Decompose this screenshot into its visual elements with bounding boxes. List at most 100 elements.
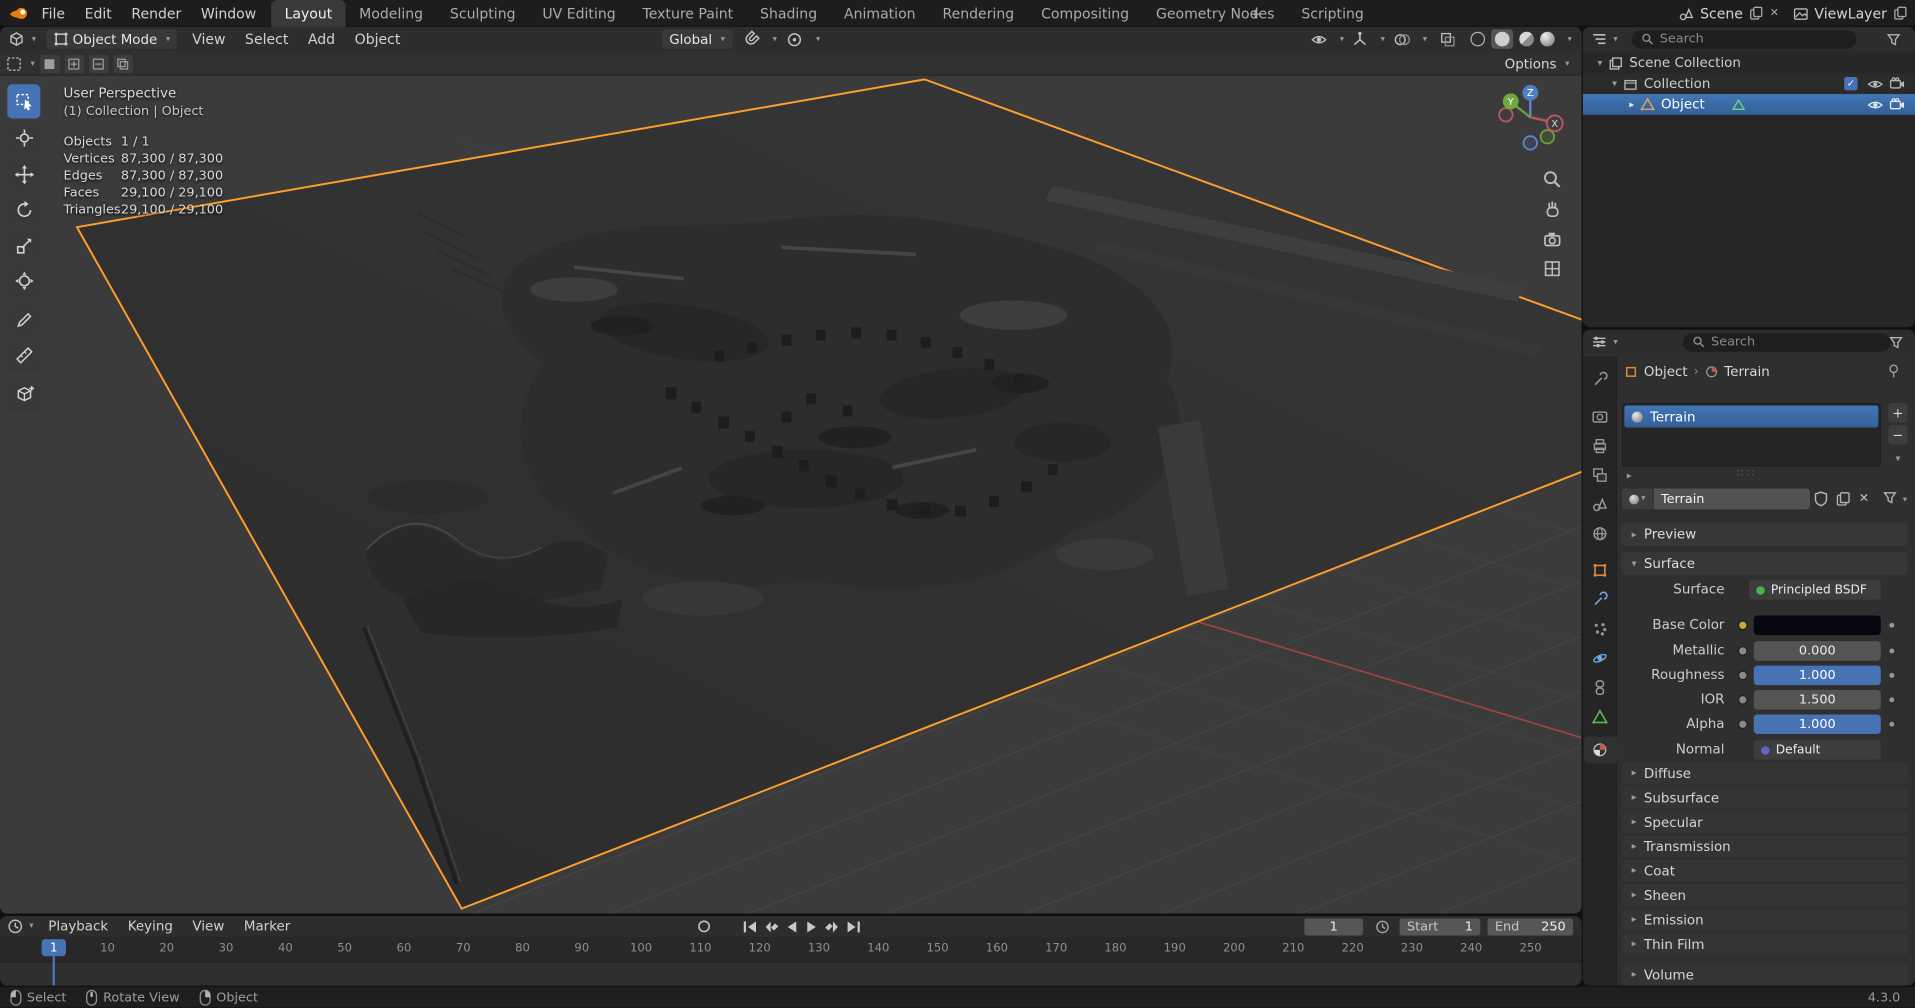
timeline-ruler[interactable]: 1020304050607080901001101201301401501601… (0, 937, 1582, 963)
shading-solid-icon[interactable] (1492, 29, 1514, 49)
next-keyframe-button[interactable] (823, 917, 843, 935)
surface-panel-header[interactable]: ▾ Surface (1622, 552, 1908, 575)
material-subpanel[interactable]: ▸ Sheen (1622, 884, 1908, 906)
copy-material-icon[interactable] (1836, 491, 1851, 507)
metallic-field[interactable]: 0.000 (1754, 641, 1881, 661)
disable-render-camera-icon[interactable] (1889, 98, 1905, 111)
chevron-down-icon[interactable]: ▾ (1340, 35, 1344, 44)
current-frame-badge[interactable]: 1 (42, 939, 66, 956)
properties-tab-view-layer[interactable] (1586, 463, 1613, 487)
chevron-down-icon[interactable]: ▾ (1423, 35, 1427, 44)
tool-rotate[interactable] (7, 193, 40, 227)
shader-dropdown[interactable]: Principled BSDF (1749, 580, 1881, 600)
value-socket-icon[interactable] (1738, 719, 1748, 729)
properties-search-input[interactable]: Search (1683, 333, 1891, 351)
outliner-editor-type-icon[interactable]: ▾ (1591, 32, 1617, 47)
roughness-slider[interactable]: 1.000 (1754, 666, 1881, 686)
animate-dot[interactable] (1889, 623, 1894, 628)
material-subpanel[interactable]: ▸ Volume (1622, 964, 1908, 986)
breadcrumb-material[interactable]: Terrain (1724, 364, 1769, 380)
pin-icon[interactable] (1887, 364, 1900, 379)
add-slot-button[interactable]: + (1888, 403, 1908, 423)
timeline-editor-type-icon[interactable]: ▾ (7, 918, 33, 934)
value-socket-icon[interactable] (1738, 646, 1748, 656)
properties-tab-object[interactable] (1586, 558, 1613, 582)
navigation-gizmo[interactable]: Z Y X (1496, 83, 1564, 151)
material-subpanel[interactable]: ▸ Thin Film (1622, 933, 1908, 955)
properties-tab-material[interactable] (1586, 738, 1613, 762)
properties-tab-render[interactable] (1586, 404, 1613, 428)
ior-field[interactable]: 1.500 (1754, 690, 1881, 710)
workspace-tab[interactable]: Modeling (346, 0, 437, 27)
camera-view-icon[interactable] (1541, 228, 1563, 250)
properties-tab-modifiers[interactable] (1586, 587, 1613, 611)
fake-user-shield-icon[interactable] (1814, 491, 1829, 507)
new-scene-icon[interactable] (1749, 6, 1764, 21)
shading-rendered-icon[interactable] (1541, 32, 1556, 47)
select-mode-subtract-icon[interactable] (89, 54, 109, 72)
object-types-visibility-icon[interactable] (1310, 31, 1327, 47)
gizmos-toggle-icon[interactable] (1353, 31, 1369, 47)
outliner-row-collection[interactable]: ▾ Collection ✓ (1583, 73, 1915, 94)
properties-tab-output[interactable] (1586, 434, 1613, 458)
editor-type-icon[interactable]: ▾ (7, 31, 36, 48)
disclosure-icon[interactable]: ▾ (1612, 79, 1617, 89)
properties-tab-world[interactable] (1586, 521, 1613, 545)
animate-dot[interactable] (1889, 673, 1894, 678)
material-browse-button[interactable]: ▾ (1622, 489, 1653, 510)
chevron-down-icon[interactable]: ▾ (1381, 35, 1385, 44)
slot-specials-button[interactable]: ▾ (1888, 449, 1908, 466)
viewport-menu-item[interactable]: Object (345, 31, 410, 48)
chevron-down-icon[interactable]: ▾ (816, 35, 820, 44)
color-socket-icon[interactable] (1738, 620, 1748, 630)
scene-selector[interactable]: Scene (1700, 5, 1743, 22)
pan-view-icon[interactable] (1541, 198, 1563, 220)
material-subpanel[interactable]: ▸ Subsurface (1622, 787, 1908, 809)
workspace-tab[interactable]: UV Editing (529, 0, 629, 27)
select-mode-new-icon[interactable] (40, 54, 60, 72)
menubar-item[interactable]: Render (122, 5, 192, 22)
tool-move[interactable] (7, 158, 40, 192)
options-dropdown[interactable]: Options ▾ (1505, 51, 1570, 75)
viewlayer-selector[interactable]: ViewLayer (1814, 5, 1886, 22)
properties-tab-particles[interactable] (1586, 617, 1613, 641)
disclosure-icon[interactable]: ▾ (1597, 58, 1602, 68)
properties-tab-scene[interactable] (1586, 492, 1613, 516)
chevron-down-icon[interactable]: ▾ (773, 35, 777, 44)
animate-dot[interactable] (1889, 697, 1894, 702)
disclosure-icon[interactable]: ▸ (1629, 100, 1634, 110)
filter-icon[interactable] (1889, 335, 1902, 348)
tool-transform[interactable] (7, 264, 40, 298)
properties-tab-tool[interactable] (1586, 368, 1613, 392)
timeline-menu-item[interactable]: Keying (118, 918, 183, 934)
outliner-search-input[interactable]: Search (1632, 30, 1857, 48)
panel-grip[interactable]: ∷ ∷ (1737, 468, 1754, 480)
tool-annotate[interactable] (7, 303, 40, 337)
material-subpanel[interactable]: ▸ Transmission (1622, 835, 1908, 857)
workspace-tab[interactable]: Texture Paint (629, 0, 747, 27)
menubar-item[interactable]: File (32, 5, 75, 22)
auto-keying-icon[interactable] (696, 918, 712, 934)
shading-material-icon[interactable] (1520, 32, 1535, 47)
add-workspace-button[interactable]: + (1236, 0, 1275, 27)
chevron-down-icon[interactable]: ▾ (1903, 496, 1907, 505)
properties-tab-physics[interactable] (1586, 646, 1613, 670)
jump-to-start-button[interactable] (740, 917, 760, 935)
start-frame-field[interactable]: Start1 (1400, 918, 1481, 935)
workspace-tab[interactable]: Animation (831, 0, 929, 27)
value-socket-icon[interactable] (1738, 695, 1748, 705)
base-color-swatch[interactable] (1754, 616, 1881, 636)
play-reverse-button[interactable] (782, 917, 802, 935)
tool-cursor[interactable] (7, 121, 40, 155)
chevron-down-icon[interactable]: ▾ (1568, 35, 1572, 44)
tool-add-cube[interactable] (7, 377, 40, 411)
xray-toggle-icon[interactable] (1441, 31, 1457, 47)
workspace-tab[interactable]: Compositing (1028, 0, 1143, 27)
properties-tab-constraints[interactable] (1586, 675, 1613, 699)
properties-editor-type-icon[interactable]: ▾ (1591, 335, 1617, 350)
material-subpanel[interactable]: ▸ Emission (1622, 909, 1908, 931)
current-frame-field[interactable]: 1 (1304, 918, 1363, 935)
timeline-menu-item[interactable]: Playback (38, 918, 117, 934)
workspace-tab[interactable]: Rendering (929, 0, 1028, 27)
remove-slot-button[interactable]: − (1888, 425, 1908, 445)
